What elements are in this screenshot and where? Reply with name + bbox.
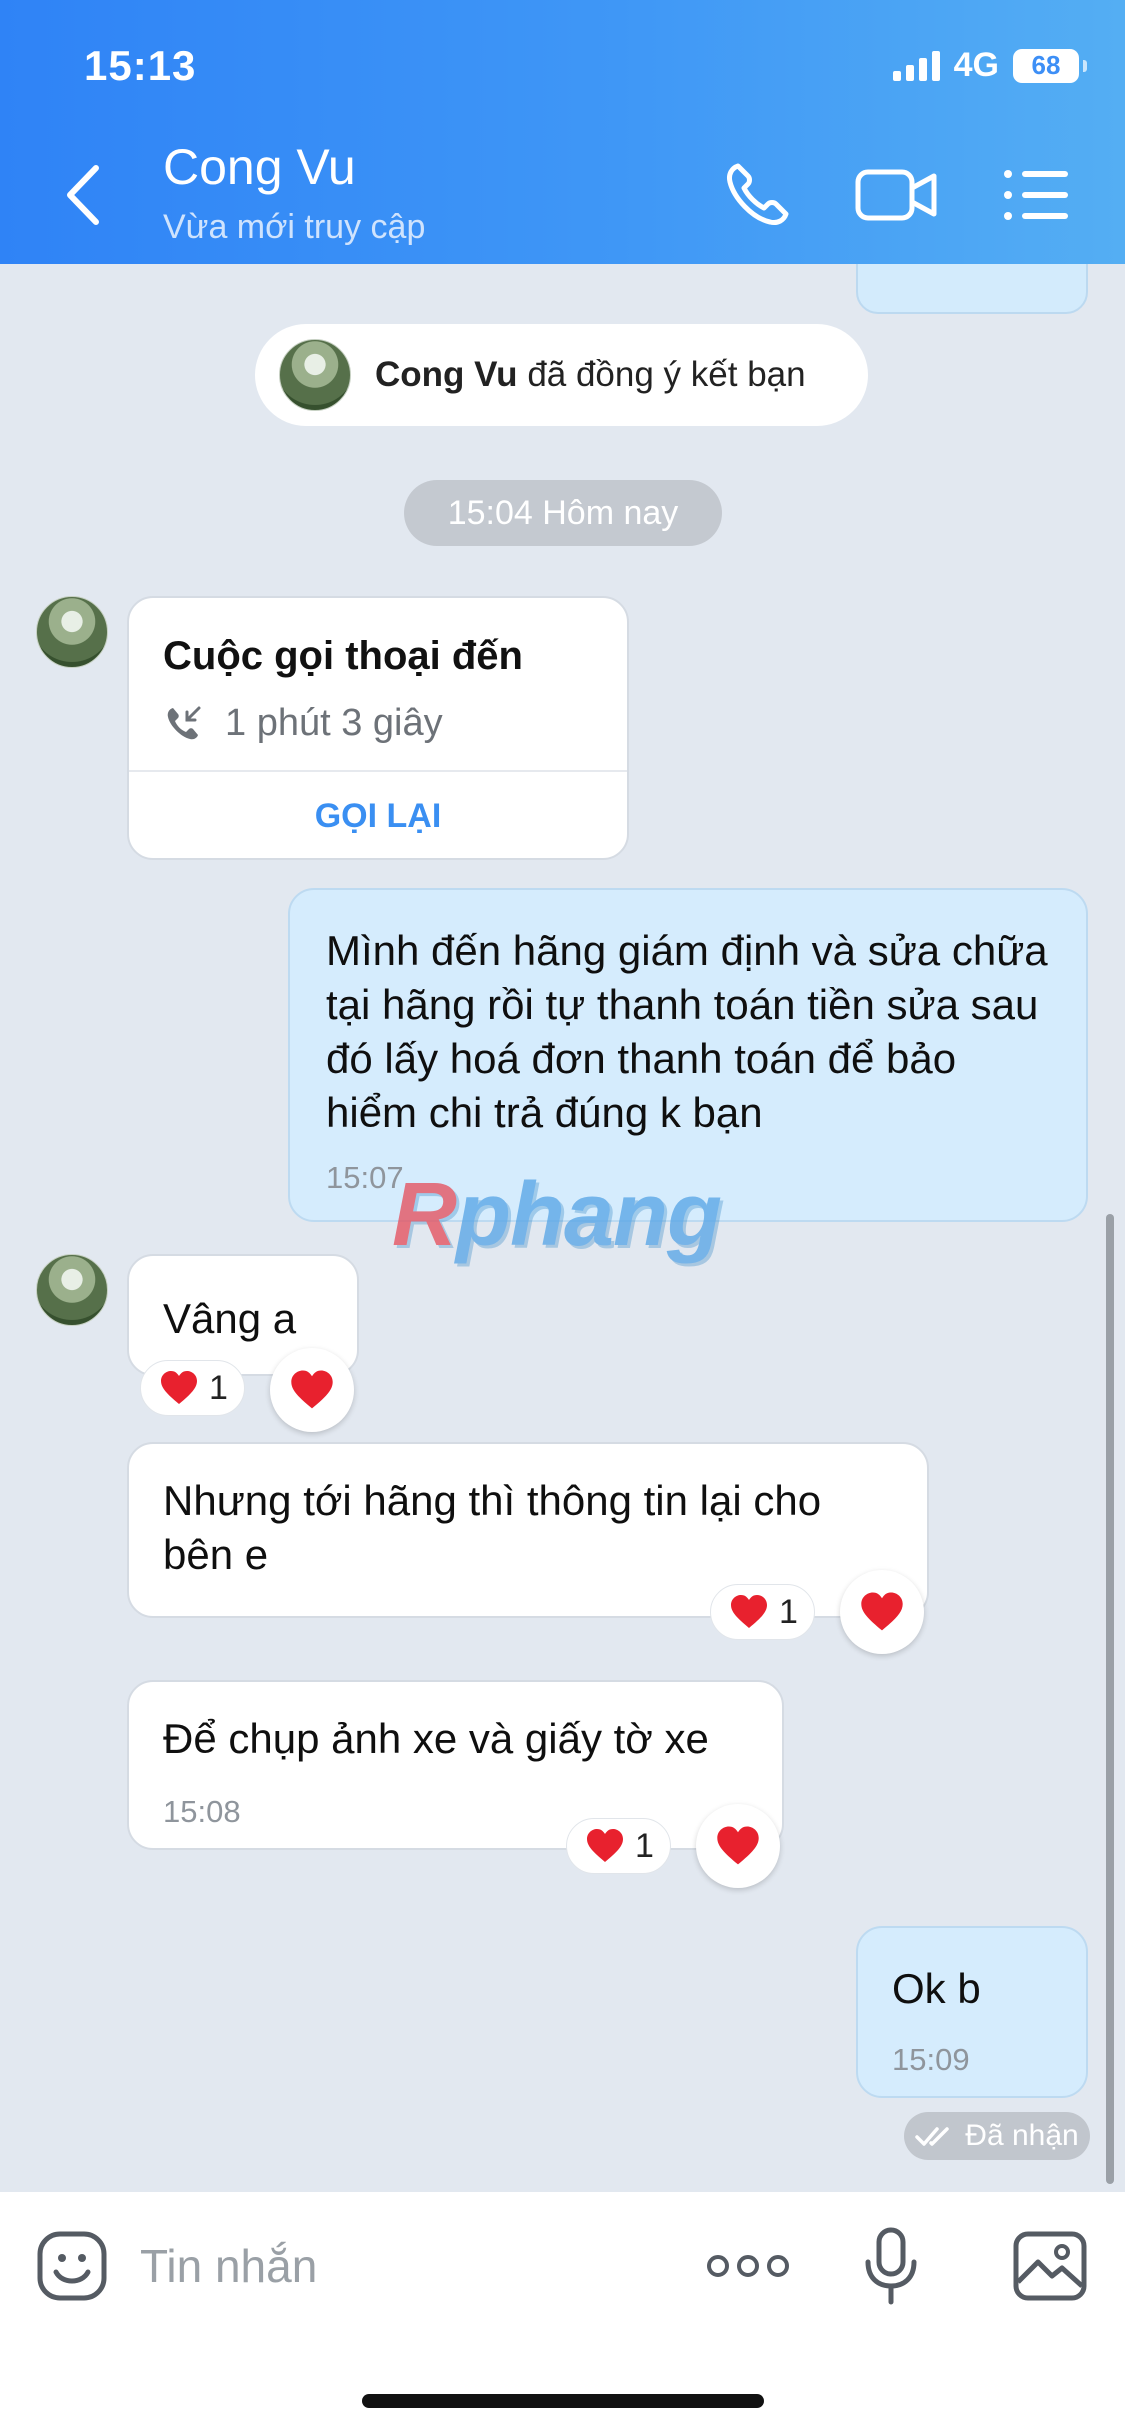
heart-icon bbox=[861, 1592, 903, 1631]
scrollbar[interactable] bbox=[1106, 1214, 1114, 2184]
heart-icon bbox=[161, 1371, 197, 1404]
call-back-button[interactable]: GỌI LẠI bbox=[129, 772, 627, 860]
chat-header: 15:13 4G 68 Cong Vu Vừa mới truy cập bbox=[0, 0, 1125, 264]
message-text: Để chụp ảnh xe và giấy tờ xe bbox=[163, 1715, 709, 1762]
delivery-status-badge: Đã nhận bbox=[904, 2112, 1090, 2160]
notice-name: Cong Vu bbox=[375, 355, 518, 394]
reaction-count: 1 bbox=[209, 1368, 228, 1407]
message-text: Ok b bbox=[892, 1965, 981, 2012]
message-time: 15:09 bbox=[892, 2042, 970, 2077]
date-divider: 15:04 Hôm nay bbox=[404, 480, 722, 546]
message-text: Nhưng tới hãng thì thông tin lại cho bên… bbox=[163, 1477, 822, 1578]
heart-icon bbox=[717, 1826, 759, 1865]
reaction-summary[interactable]: 1 bbox=[566, 1818, 671, 1874]
delivery-status: Đã nhận bbox=[965, 2119, 1079, 2152]
back-icon[interactable] bbox=[58, 160, 108, 230]
double-check-icon bbox=[915, 2127, 950, 2146]
call-duration-row: 1 phút 3 giây bbox=[163, 702, 443, 745]
react-heart-button[interactable] bbox=[696, 1804, 780, 1888]
previous-message-bubble[interactable] bbox=[856, 264, 1088, 314]
message-time: 15:08 bbox=[163, 1794, 241, 1829]
avatar bbox=[279, 339, 351, 411]
reaction-count: 1 bbox=[635, 1826, 654, 1865]
home-indicator bbox=[362, 2394, 764, 2408]
message-text: Mình đến hãng giám định và sửa chữa tại … bbox=[326, 927, 1048, 1136]
heart-icon bbox=[731, 1595, 767, 1628]
contact-name[interactable]: Cong Vu bbox=[163, 138, 356, 196]
call-duration: 1 phút 3 giây bbox=[225, 702, 443, 744]
message-input[interactable] bbox=[140, 2228, 660, 2304]
message-input-bar bbox=[0, 2192, 1125, 2436]
reaction-summary[interactable]: 1 bbox=[140, 1360, 245, 1416]
microphone-icon[interactable] bbox=[862, 2226, 920, 2306]
reaction-summary[interactable]: 1 bbox=[710, 1584, 815, 1640]
status-indicators: 4G 68 bbox=[892, 46, 1087, 85]
sticker-emoji-icon[interactable] bbox=[36, 2230, 108, 2302]
network-type: 4G bbox=[953, 46, 999, 84]
reaction-count: 1 bbox=[779, 1592, 798, 1631]
react-heart-button[interactable] bbox=[840, 1570, 924, 1654]
outgoing-message[interactable]: Ok b 15:09 bbox=[856, 1926, 1088, 2098]
friend-accepted-notice: Cong Vu đã đồng ý kết bạn bbox=[255, 324, 868, 426]
more-options-icon[interactable] bbox=[706, 2248, 790, 2284]
video-call-icon[interactable] bbox=[854, 160, 938, 230]
menu-list-icon[interactable] bbox=[1000, 160, 1072, 230]
contact-avatar[interactable] bbox=[36, 1254, 108, 1326]
contact-status: Vừa mới truy cập bbox=[163, 208, 426, 246]
phone-call-icon[interactable] bbox=[722, 160, 792, 230]
react-heart-button[interactable] bbox=[270, 1348, 354, 1432]
signal-icon bbox=[892, 50, 940, 81]
watermark-logo: Rphang bbox=[392, 1165, 722, 1265]
chat-area[interactable]: Cong Vu đã đồng ý kết bạn 15:04 Hôm nay … bbox=[0, 264, 1125, 2192]
incoming-call-card[interactable]: Cuộc gọi thoại đến 1 phút 3 giây GỌI LẠI bbox=[127, 596, 629, 860]
incoming-message[interactable]: Nhưng tới hãng thì thông tin lại cho bên… bbox=[127, 1442, 929, 1618]
battery-icon: 68 bbox=[1013, 48, 1087, 83]
heart-icon bbox=[291, 1370, 333, 1409]
call-title: Cuộc gọi thoại đến bbox=[163, 634, 523, 678]
incoming-message[interactable]: Để chụp ảnh xe và giấy tờ xe 15:08 bbox=[127, 1680, 784, 1850]
image-gallery-icon[interactable] bbox=[1012, 2230, 1088, 2302]
battery-level: 68 bbox=[1031, 50, 1061, 80]
incoming-call-icon bbox=[167, 706, 201, 739]
status-time: 15:13 bbox=[84, 42, 197, 89]
contact-avatar[interactable] bbox=[36, 596, 108, 668]
message-text: Vâng a bbox=[163, 1295, 297, 1342]
notice-text: đã đồng ý kết bạn bbox=[527, 355, 806, 394]
heart-icon bbox=[587, 1829, 623, 1862]
